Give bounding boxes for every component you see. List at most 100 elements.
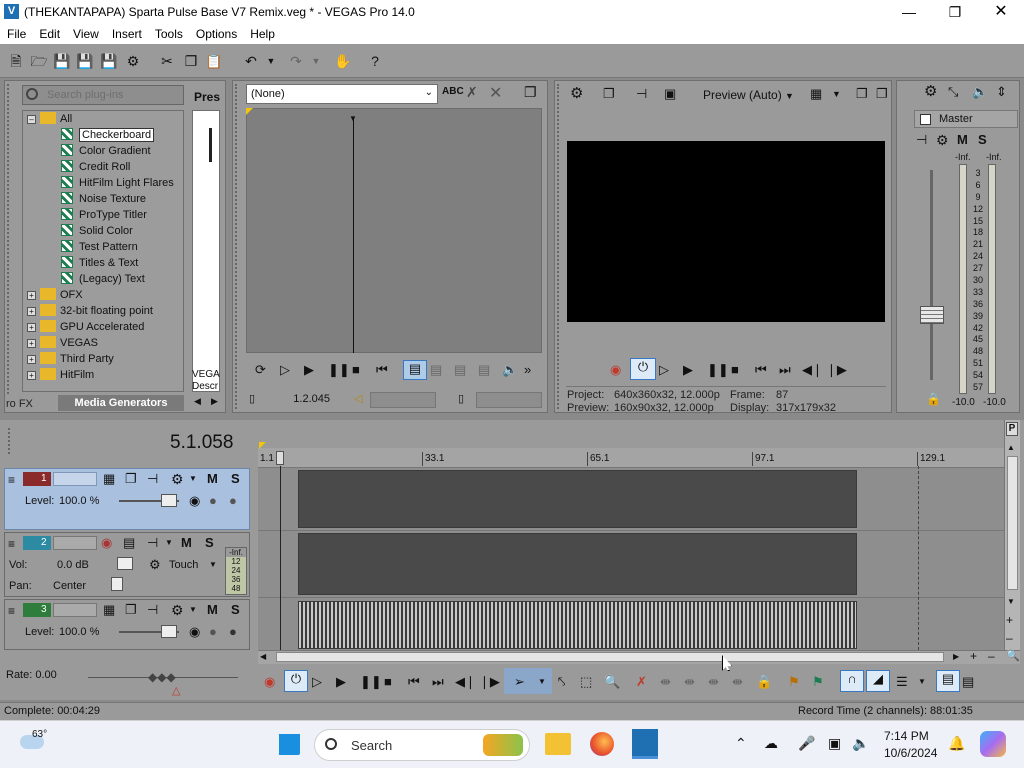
tree-item-checkerboard[interactable]: Checkerboard — [61, 127, 155, 143]
fx-dropdown-icon[interactable]: ▼ — [165, 535, 173, 551]
insert-region-icon[interactable]: ⚑ — [812, 674, 824, 690]
clock-date[interactable]: 10/6/2024 — [884, 746, 937, 760]
preview-device-icon[interactable]: ❐ — [603, 86, 615, 102]
mixer-downmix-icon[interactable]: 🔈 — [972, 84, 988, 100]
tree-root-all[interactable]: – All — [27, 111, 72, 127]
expand-icon[interactable]: + — [27, 371, 36, 380]
mixer-insert-icon[interactable]: ⤡ — [948, 84, 958, 100]
menu-insert[interactable]: Insert — [105, 24, 148, 41]
microphone-icon[interactable]: 🎤 — [798, 735, 815, 752]
menu-options[interactable]: Options — [189, 24, 243, 41]
selection-length-field[interactable] — [370, 392, 436, 408]
network-icon[interactable]: ☁ — [764, 735, 778, 752]
zoom-tool-icon[interactable]: 🔍 — [1006, 648, 1020, 664]
scroll-up-icon[interactable]: ▲ — [1007, 440, 1015, 456]
preview-properties-gear-icon[interactable]: ⚙ — [570, 86, 583, 102]
copy-icon[interactable]: ❐ — [182, 52, 200, 70]
whats-this-hand-icon[interactable]: ✋ — [334, 52, 352, 70]
menu-view[interactable]: View — [66, 24, 105, 41]
volume-icon[interactable]: 🔈 — [852, 735, 869, 752]
trim-end-icon[interactable]: ⇼ — [708, 674, 719, 690]
trimmer-time-field[interactable]: 1.2.045 — [262, 393, 330, 409]
ignore-grouping-icon[interactable]: ▤ — [962, 674, 974, 690]
loop-playback-icon[interactable]: ⏻ — [630, 358, 656, 380]
undo-dropdown-icon[interactable]: ▼ — [262, 52, 280, 70]
pause-icon[interactable]: ❚❚ — [360, 674, 382, 690]
play-from-start-icon[interactable]: ▷ — [659, 362, 669, 378]
scroll-left-icon[interactable]: ◀ — [260, 649, 266, 665]
media-dropdown[interactable]: (None) ⌄ — [246, 84, 438, 104]
tab-scroll-right-icon[interactable]: ▶ — [211, 396, 218, 407]
scroll-down-icon[interactable]: ▼ — [1007, 594, 1015, 610]
tree-folder-gpu[interactable]: + GPU Accelerated — [27, 319, 144, 335]
out-point-icon[interactable]: ▯ — [458, 392, 464, 405]
tab-video-fx[interactable]: ro FX — [6, 396, 33, 412]
undo-icon[interactable]: ↶ — [242, 52, 260, 70]
tree-folder-ofx[interactable]: + OFX — [27, 287, 83, 303]
record-icon[interactable]: ◉ — [610, 362, 621, 378]
split-screen-icon[interactable]: ⊣ — [636, 86, 647, 102]
tree-folder-vegas[interactable]: + VEGAS — [27, 335, 98, 351]
copilot-icon[interactable] — [980, 731, 1006, 757]
menu-file[interactable]: File — [0, 24, 32, 41]
vscroll-thumb[interactable] — [1007, 456, 1018, 590]
add-to-timeline-icon[interactable]: ▤ — [430, 362, 442, 378]
next-frame-icon[interactable]: ❘▶ — [826, 362, 847, 378]
display-icon[interactable]: ▣ — [828, 735, 841, 752]
weather-temp[interactable]: 63° — [32, 729, 47, 740]
parent-icon[interactable]: ● — [209, 624, 217, 640]
tree-item-hitfilm-light-flares[interactable]: HitFilm Light Flares — [61, 175, 174, 191]
menu-edit[interactable]: Edit — [32, 24, 66, 41]
tree-item-test-pattern[interactable]: Test Pattern — [61, 239, 138, 255]
tree-item-solid-color[interactable]: Solid Color — [61, 223, 133, 239]
hscroll-thumb[interactable] — [276, 652, 944, 662]
zoom-out-vertical-icon[interactable]: – — [1006, 630, 1013, 646]
go-to-end-icon[interactable]: ⏭ — [432, 674, 444, 690]
record-icon[interactable]: ◉ — [264, 674, 275, 690]
zoom-in-horizontal-icon[interactable]: + — [970, 648, 977, 664]
redo-icon[interactable]: ↷ — [287, 52, 305, 70]
solo-button[interactable]: S — [205, 535, 214, 551]
child-icon[interactable]: ● — [229, 493, 237, 509]
vol-slider-knob[interactable] — [117, 557, 133, 570]
play-icon[interactable]: ▶ — [336, 674, 346, 690]
clear-x-icon[interactable]: ✗ — [466, 84, 478, 101]
file-explorer-icon[interactable] — [545, 733, 571, 755]
audio-icon[interactable]: 🔈 — [502, 362, 518, 378]
add-to-timeline-icon[interactable]: ▤ — [478, 362, 490, 378]
firefox-icon[interactable] — [590, 732, 614, 756]
close-button[interactable]: ✕ — [978, 0, 1024, 24]
play-icon[interactable]: ▶ — [683, 362, 693, 378]
loop-playback-icon[interactable]: ⏻ — [284, 670, 308, 692]
automation-gear-icon[interactable]: ⚙ — [149, 557, 161, 573]
audio-clip-track-2[interactable] — [298, 533, 857, 595]
mute-button[interactable]: M — [207, 471, 218, 487]
panel-grip[interactable] — [235, 84, 241, 409]
selection-marker-icon[interactable]: ◁ — [354, 392, 362, 405]
help-question-icon[interactable]: ? — [366, 52, 384, 70]
preview-quality-dropdown[interactable]: Preview (Auto) ▼ — [703, 88, 794, 102]
lock-envelopes-icon[interactable]: ▤ — [936, 670, 960, 692]
menu-help[interactable]: Help — [243, 24, 281, 41]
snapping-magnet-icon[interactable]: ∩ — [840, 670, 864, 692]
paste-icon[interactable]: 📋 — [205, 52, 223, 70]
plugin-search-input[interactable]: Search plug-ins — [22, 85, 184, 105]
track-collapse-icon[interactable]: ≡ — [8, 537, 15, 551]
chevron-up-icon[interactable]: ⌃ — [735, 735, 747, 752]
save-icon[interactable]: 💾 — [53, 52, 71, 70]
panel-grip[interactable] — [8, 428, 12, 454]
solo-button[interactable]: S — [231, 602, 240, 618]
pause-icon[interactable]: ❚❚ — [328, 362, 350, 378]
mixer-gear-icon[interactable]: ⚙ — [924, 84, 937, 100]
play-icon[interactable]: ▶ — [304, 362, 314, 378]
panel-grip[interactable] — [7, 84, 17, 394]
zoom-out-horizontal-icon[interactable]: – — [988, 648, 995, 664]
mute-button[interactable]: M — [207, 602, 218, 618]
tab-scroll-left-icon[interactable]: ◀ — [194, 396, 201, 407]
restore-button[interactable]: ❐ — [932, 0, 978, 24]
expand-icon[interactable]: + — [27, 323, 36, 332]
delete-x-icon[interactable]: ✕ — [489, 83, 502, 103]
track-name-field[interactable] — [53, 536, 97, 550]
play-from-start-icon[interactable]: ▷ — [312, 674, 322, 690]
copy-snapshot-icon[interactable]: ❐ — [856, 86, 868, 102]
